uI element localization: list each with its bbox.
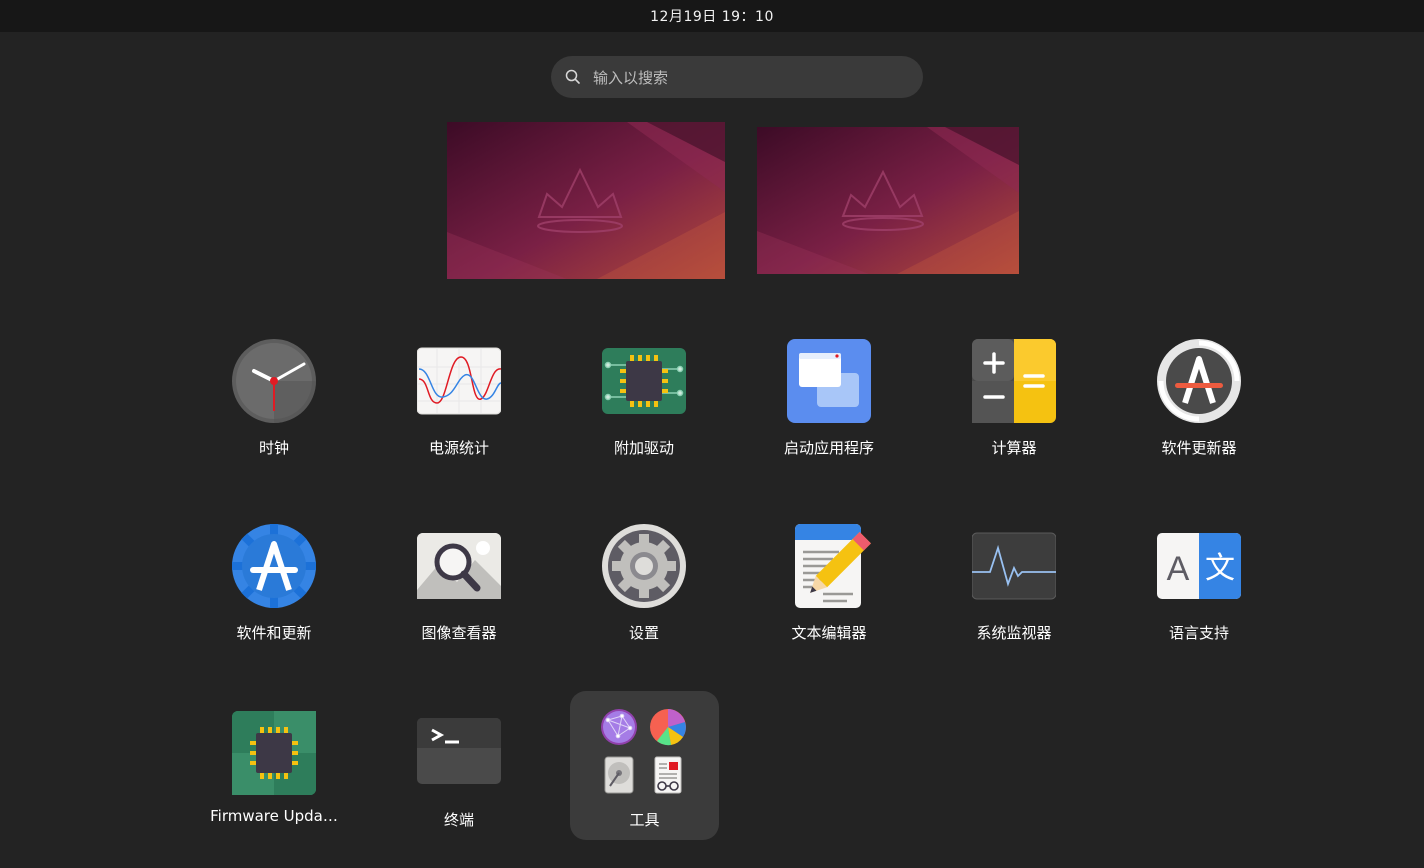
app-language-support[interactable]: A 文 语言支持 [1114,524,1284,664]
additional-drivers-icon [602,348,686,414]
search-input[interactable] [591,56,915,100]
date-time-clock[interactable]: 12月19日 19：10 [650,6,774,26]
app-label: 启动应用程序 [783,439,874,457]
app-label: 软件更新器 [1161,439,1237,457]
app-label: 软件和更新 [236,624,312,642]
text-editor-icon [795,524,871,608]
software-updater-icon [1157,339,1241,423]
app-label: 终端 [443,811,474,829]
app-calculator[interactable]: 计算器 [929,339,1099,479]
calculator-icon [972,339,1056,423]
disks-icon [604,756,634,794]
search-icon [565,69,580,84]
language-support-icon: A 文 [1157,533,1241,599]
network-globe-icon [601,709,637,745]
app-label: 电源统计 [428,439,489,457]
app-terminal[interactable]: 终端 [374,711,544,851]
app-firmware-updater[interactable]: Firmware Upda… [189,711,359,851]
disk-usage-pie-icon [650,709,686,746]
terminal-icon [417,718,501,784]
folder-label: 工具 [629,811,660,829]
app-label: 图像查看器 [421,624,497,642]
wallpaper-image [757,127,1019,274]
settings-gear-icon [602,524,686,608]
svg-text:文: 文 [1205,551,1235,586]
app-label: 设置 [628,624,659,642]
app-system-monitor[interactable]: 系统监视器 [929,524,1099,664]
image-viewer-icon [417,533,501,599]
app-software-properties[interactable]: 软件和更新 [189,524,359,664]
system-monitor-icon [972,532,1056,600]
search-bar[interactable] [551,56,923,100]
app-folder-tools[interactable]: 工具 [570,691,719,840]
app-text-editor[interactable]: 文本编辑器 [744,524,914,664]
top-bar: 12月19日 19：10 [0,0,1424,32]
app-clock[interactable]: 时钟 [189,339,359,479]
app-label: 文本编辑器 [791,624,867,642]
app-label: 时钟 [258,439,289,457]
app-software-updater[interactable]: 软件更新器 [1114,339,1284,479]
document-viewer-icon [654,756,682,794]
app-label: 系统监视器 [976,624,1052,642]
app-label: 计算器 [991,439,1037,457]
power-statistics-icon [417,347,501,415]
svg-text:A: A [1167,550,1190,588]
software-properties-icon [232,524,316,608]
app-settings[interactable]: 设置 [559,524,729,664]
startup-applications-icon [787,339,871,423]
app-image-viewer[interactable]: 图像查看器 [374,524,544,664]
clock-icon [232,339,316,423]
wallpaper-image [447,122,725,279]
workspace-thumbnail-1[interactable] [447,122,725,279]
app-additional-drivers[interactable]: 附加驱动 [559,339,729,479]
app-startup-applications[interactable]: 启动应用程序 [744,339,914,479]
firmware-updater-icon [232,711,316,795]
app-label: 附加驱动 [613,439,674,457]
workspace-thumbnail-2[interactable] [757,127,1019,274]
app-label: 语言支持 [1168,624,1229,642]
app-power-statistics[interactable]: 电源统计 [374,339,544,479]
app-label: Firmware Upda… [210,807,338,825]
